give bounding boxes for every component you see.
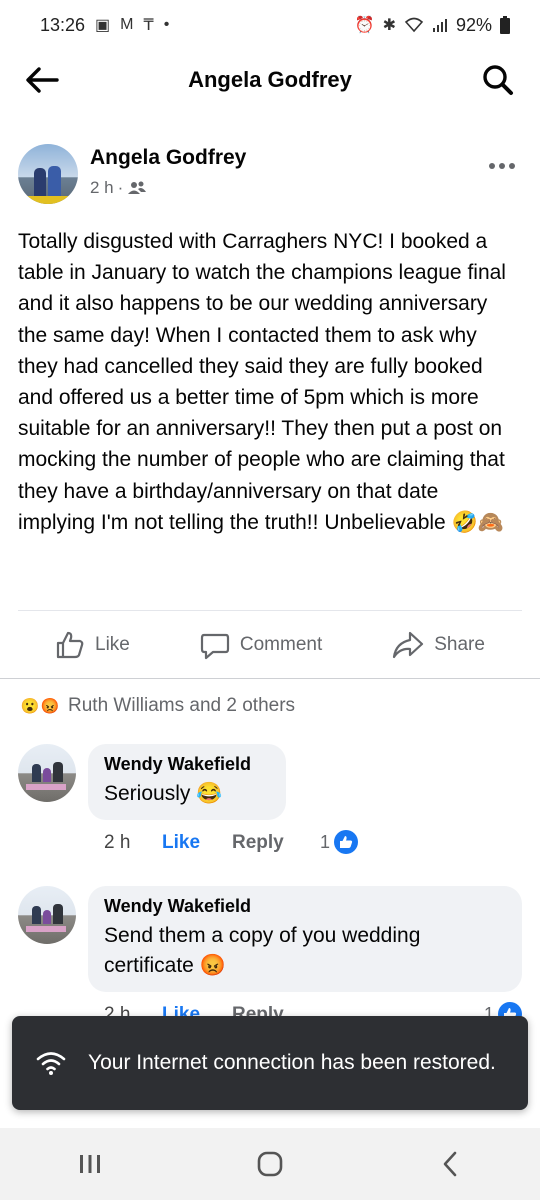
section-separator <box>0 678 540 686</box>
author-avatar[interactable] <box>18 144 78 204</box>
home-button[interactable] <box>240 1134 300 1194</box>
post-more-button[interactable] <box>488 150 516 176</box>
like-button[interactable]: Like <box>55 630 130 660</box>
comment-like-count[interactable]: 1 <box>320 830 358 854</box>
commenter-name[interactable]: Wendy Wakefield <box>104 754 270 775</box>
back-arrow-icon <box>26 67 59 93</box>
post-text: Totally disgusted with Carraghers NYC! I… <box>18 226 518 538</box>
reactions-summary[interactable]: 😮 😡 Ruth Williams and 2 others <box>18 694 295 718</box>
gmail-notification-icon: M <box>120 16 134 33</box>
page-title: Angela Godfrey <box>188 67 352 92</box>
search-icon <box>483 65 513 95</box>
comment-button[interactable]: Comment <box>200 630 322 660</box>
angry-emoji: 😡 <box>199 954 226 977</box>
toast-message: Your Internet connection has been restor… <box>88 1051 496 1074</box>
comment-label: Comment <box>239 634 323 655</box>
laughing-emoji: 😂 <box>196 782 223 805</box>
post-actions: Like Comment Share <box>0 622 540 668</box>
comment-item: Wendy Wakefield Seriously 😂 2 h Like Rep… <box>18 744 522 864</box>
commenter-avatar[interactable] <box>18 886 76 944</box>
like-badge-icon <box>334 830 358 854</box>
battery-percent: 92% <box>455 14 492 35</box>
comment-text: Send them a copy of you wedding certific… <box>104 924 421 977</box>
meta-separator: · <box>117 178 124 197</box>
post-text-content: Totally disgusted with Carraghers NYC! I… <box>18 230 506 534</box>
status-bar: 13:26 ▣ M ₸ • ⏰ ✱ 92% <box>0 0 540 50</box>
angry-reaction-icon: 😡 <box>38 694 62 718</box>
share-label: Share <box>434 634 485 655</box>
commenter-name[interactable]: Wendy Wakefield <box>104 896 506 917</box>
recent-apps-icon <box>80 1155 100 1173</box>
comment-time: 2 h <box>104 832 131 853</box>
share-button[interactable]: Share <box>392 630 485 660</box>
connection-toast[interactable]: Your Internet connection has been restor… <box>12 1016 528 1110</box>
post-header: Angela Godfrey 2 h · <box>18 140 522 210</box>
like-label: Like <box>95 634 130 655</box>
back-button[interactable] <box>22 62 62 98</box>
post-meta: 2 h · <box>90 178 147 198</box>
app-header: Angela Godfrey <box>0 50 540 110</box>
comment-bubble[interactable]: Wendy Wakefield Seriously 😂 <box>88 744 286 820</box>
system-nav-bar <box>0 1128 540 1200</box>
status-time: 13:26 <box>40 14 86 35</box>
bluetooth-icon: ✱ <box>382 17 396 34</box>
commenter-avatar[interactable] <box>18 744 76 802</box>
recent-apps-button[interactable] <box>60 1134 120 1194</box>
friends-icon <box>128 181 147 194</box>
comment-bubble[interactable]: Wendy Wakefield Send them a copy of you … <box>88 886 522 992</box>
more-icon <box>489 163 515 169</box>
battery-icon <box>500 16 510 34</box>
comment-item: Wendy Wakefield Send them a copy of you … <box>18 886 522 1026</box>
wifi-icon <box>36 1052 66 1075</box>
comment-reply-button[interactable]: Reply <box>232 832 284 854</box>
like-icon <box>56 631 84 659</box>
more-notifications-dot-icon: • <box>163 16 170 33</box>
comment-like-button[interactable]: Like <box>162 832 232 854</box>
share-icon <box>393 631 424 659</box>
post-emojis: 🤣🙈 <box>451 510 504 534</box>
reactions-text: Ruth Williams and 2 others <box>68 695 296 716</box>
system-back-button[interactable] <box>420 1134 480 1194</box>
search-button[interactable] <box>478 62 518 98</box>
post-time[interactable]: 2 h <box>90 178 114 198</box>
divider <box>18 610 522 611</box>
author-name[interactable]: Angela Godfrey <box>90 146 246 170</box>
alarm-icon: ⏰ <box>354 17 375 34</box>
comment-icon <box>200 633 229 660</box>
gallery-notification-icon: ▣ <box>95 17 111 34</box>
comment-text: Seriously 😂 <box>104 782 223 805</box>
signal-icon <box>432 19 447 32</box>
comment-actions: 2 h Like Reply <box>104 832 284 854</box>
wifi-status-icon <box>404 17 424 33</box>
nav-back-icon <box>443 1151 457 1177</box>
app-notification-icon: ₸ <box>143 17 154 34</box>
home-icon <box>257 1151 283 1177</box>
